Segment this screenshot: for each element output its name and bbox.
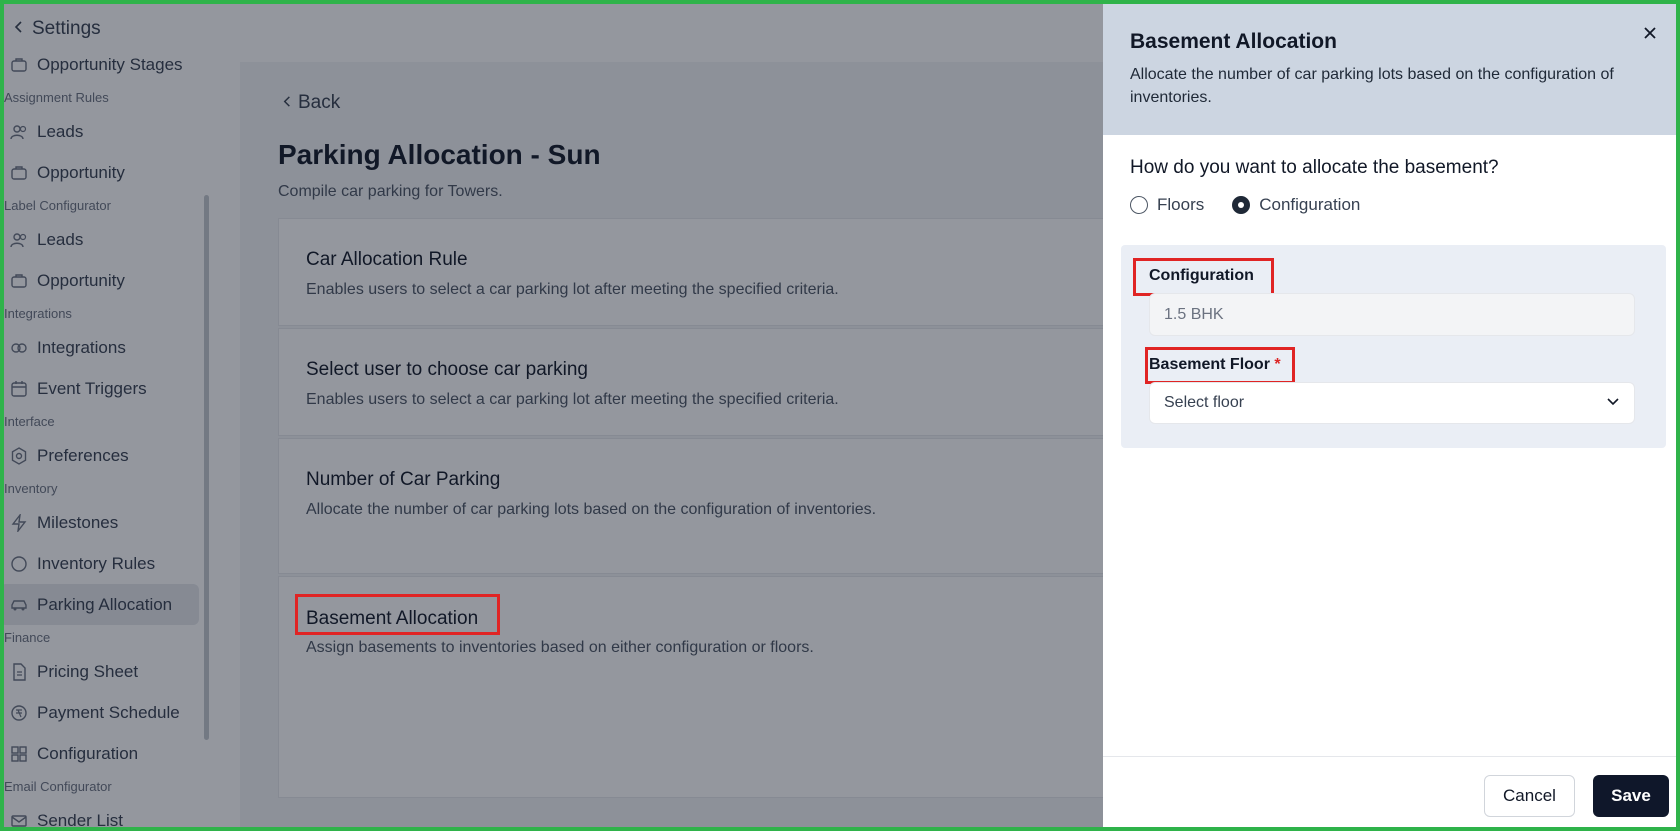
configuration-panel: Configuration 1.5 BHK Basement Floor * S… — [1121, 245, 1666, 448]
configuration-field: 1.5 BHK — [1149, 293, 1635, 336]
modal-overlay[interactable] — [0, 0, 1103, 831]
radio-label: Floors — [1157, 195, 1205, 214]
drawer-header: Basement Allocation Allocate the number … — [1103, 0, 1680, 135]
drawer-description: Allocate the number of car parking lots … — [1130, 66, 1614, 106]
radio-configuration[interactable]: Configuration — [1232, 195, 1360, 215]
highlight-basement-floor-label — [1145, 347, 1295, 384]
cancel-button[interactable]: Cancel — [1484, 775, 1575, 817]
close-icon — [1643, 26, 1657, 45]
allocation-question: How do you want to allocate the basement… — [1130, 157, 1499, 178]
drawer-footer: Cancel Save — [1103, 756, 1680, 831]
highlight-basement-allocation-card — [295, 594, 500, 635]
chevron-down-icon — [1606, 394, 1620, 413]
configuration-value: 1.5 BHK — [1164, 305, 1224, 323]
highlight-configuration-label — [1133, 258, 1274, 296]
drawer-title: Basement Allocation — [1130, 30, 1337, 53]
radio-floors[interactable]: Floors — [1130, 195, 1204, 215]
select-placeholder: Select floor — [1164, 394, 1245, 411]
allocation-radio-group: Floors Configuration — [1130, 195, 1360, 215]
basement-floor-select[interactable]: Select floor — [1149, 382, 1635, 424]
radio-label: Configuration — [1259, 195, 1361, 214]
save-button[interactable]: Save — [1593, 775, 1669, 817]
close-button[interactable] — [1639, 24, 1661, 46]
basement-allocation-drawer: Basement Allocation Allocate the number … — [1103, 0, 1680, 831]
radio-circle[interactable] — [1130, 196, 1148, 214]
radio-circle-checked[interactable] — [1232, 196, 1251, 214]
